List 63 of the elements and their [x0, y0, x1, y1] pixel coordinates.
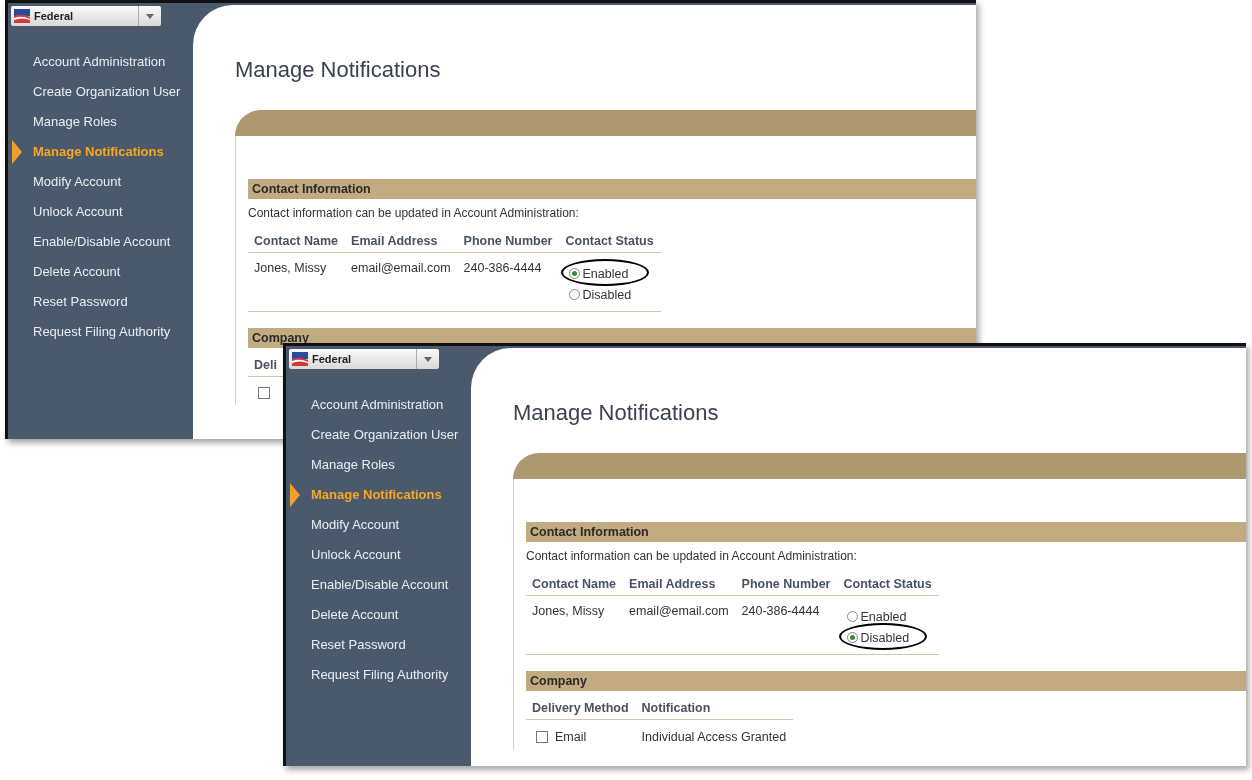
- column-header: Contact Name: [248, 234, 346, 253]
- column-header: Contact Status: [559, 234, 661, 253]
- info-text: Contact information can be updated in Account Administration:: [526, 549, 858, 563]
- caret-icon: [146, 13, 154, 19]
- nav-link[interactable]: Manage Notifications: [311, 486, 461, 503]
- nav-link[interactable]: Unlock Account: [311, 546, 461, 563]
- nav-link[interactable]: Reset Password: [311, 636, 461, 653]
- table-cell: 240-386-4444: [735, 596, 838, 655]
- selection-arrow-icon: [290, 483, 300, 507]
- info-text: Contact information can be updated in Account Administration:: [248, 206, 580, 220]
- column-header: Delivery Method: [526, 701, 636, 720]
- caret-icon: [424, 356, 432, 362]
- nav-link[interactable]: Account Administration: [33, 53, 183, 70]
- selection-arrow-icon: [12, 140, 22, 164]
- organization-dropdown[interactable]: Federal: [289, 349, 439, 369]
- nav-link[interactable]: Create Organization User: [311, 426, 461, 443]
- nav-link[interactable]: Request Filing Authority: [33, 323, 183, 340]
- nav-link[interactable]: Request Filing Authority: [311, 666, 461, 683]
- table-cell: Jones, Missy: [526, 596, 624, 655]
- table-cell: 240-386-4444: [457, 253, 560, 312]
- checkbox[interactable]: [258, 387, 270, 399]
- table-cell: Jones, Missy: [248, 253, 346, 312]
- table-cell: email@email.com: [345, 253, 458, 312]
- nav-link[interactable]: Manage Roles: [311, 456, 461, 473]
- nav-link[interactable]: Enable/Disable Account: [311, 576, 461, 593]
- nav-link[interactable]: Enable/Disable Account: [33, 233, 183, 250]
- radio-button[interactable]: [847, 611, 859, 622]
- nav-link[interactable]: Delete Account: [33, 263, 183, 280]
- nav-link[interactable]: Modify Account: [33, 173, 183, 190]
- radio-label: Disabled: [582, 287, 632, 302]
- nav-link[interactable]: Unlock Account: [33, 203, 183, 220]
- checkbox-label: Email: [555, 730, 587, 744]
- page-title: Manage Notifications: [513, 399, 720, 427]
- flag-icon: [14, 9, 30, 23]
- section-header: Contact Information: [526, 522, 1246, 542]
- column-header: Contact Status: [837, 577, 939, 596]
- radio-label: Enabled: [860, 609, 907, 624]
- organization-dropdown[interactable]: Federal: [11, 6, 161, 26]
- table-cell: email@email.com: [623, 596, 736, 655]
- column-header: Email Address: [623, 577, 736, 596]
- nav-link[interactable]: Manage Roles: [33, 113, 183, 130]
- nav-link[interactable]: Reset Password: [33, 293, 183, 310]
- radio-label: Enabled: [582, 266, 629, 281]
- radio-button[interactable]: [569, 268, 581, 279]
- nav-link[interactable]: Account Administration: [311, 396, 461, 413]
- column-header: Phone Number: [457, 234, 560, 253]
- radio-button[interactable]: [569, 289, 581, 300]
- section-header: Company: [526, 671, 1246, 691]
- nav-link[interactable]: Create Organization User: [33, 83, 183, 100]
- nav-link[interactable]: Delete Account: [311, 606, 461, 623]
- checkbox[interactable]: [536, 731, 548, 743]
- nav-link[interactable]: Modify Account: [311, 516, 461, 533]
- nav-link[interactable]: Manage Notifications: [33, 143, 183, 160]
- column-header: Phone Number: [735, 577, 838, 596]
- section-header: Contact Information: [248, 179, 976, 199]
- column-header: Email Address: [345, 234, 458, 253]
- flag-icon: [292, 352, 308, 366]
- page-title: Manage Notifications: [235, 56, 442, 84]
- column-header: Contact Name: [526, 577, 624, 596]
- table-cell-text: Individual Access Granted: [640, 729, 788, 746]
- radio-label: Disabled: [860, 630, 910, 645]
- radio-button[interactable]: [847, 632, 859, 643]
- column-header: Notification: [635, 701, 794, 720]
